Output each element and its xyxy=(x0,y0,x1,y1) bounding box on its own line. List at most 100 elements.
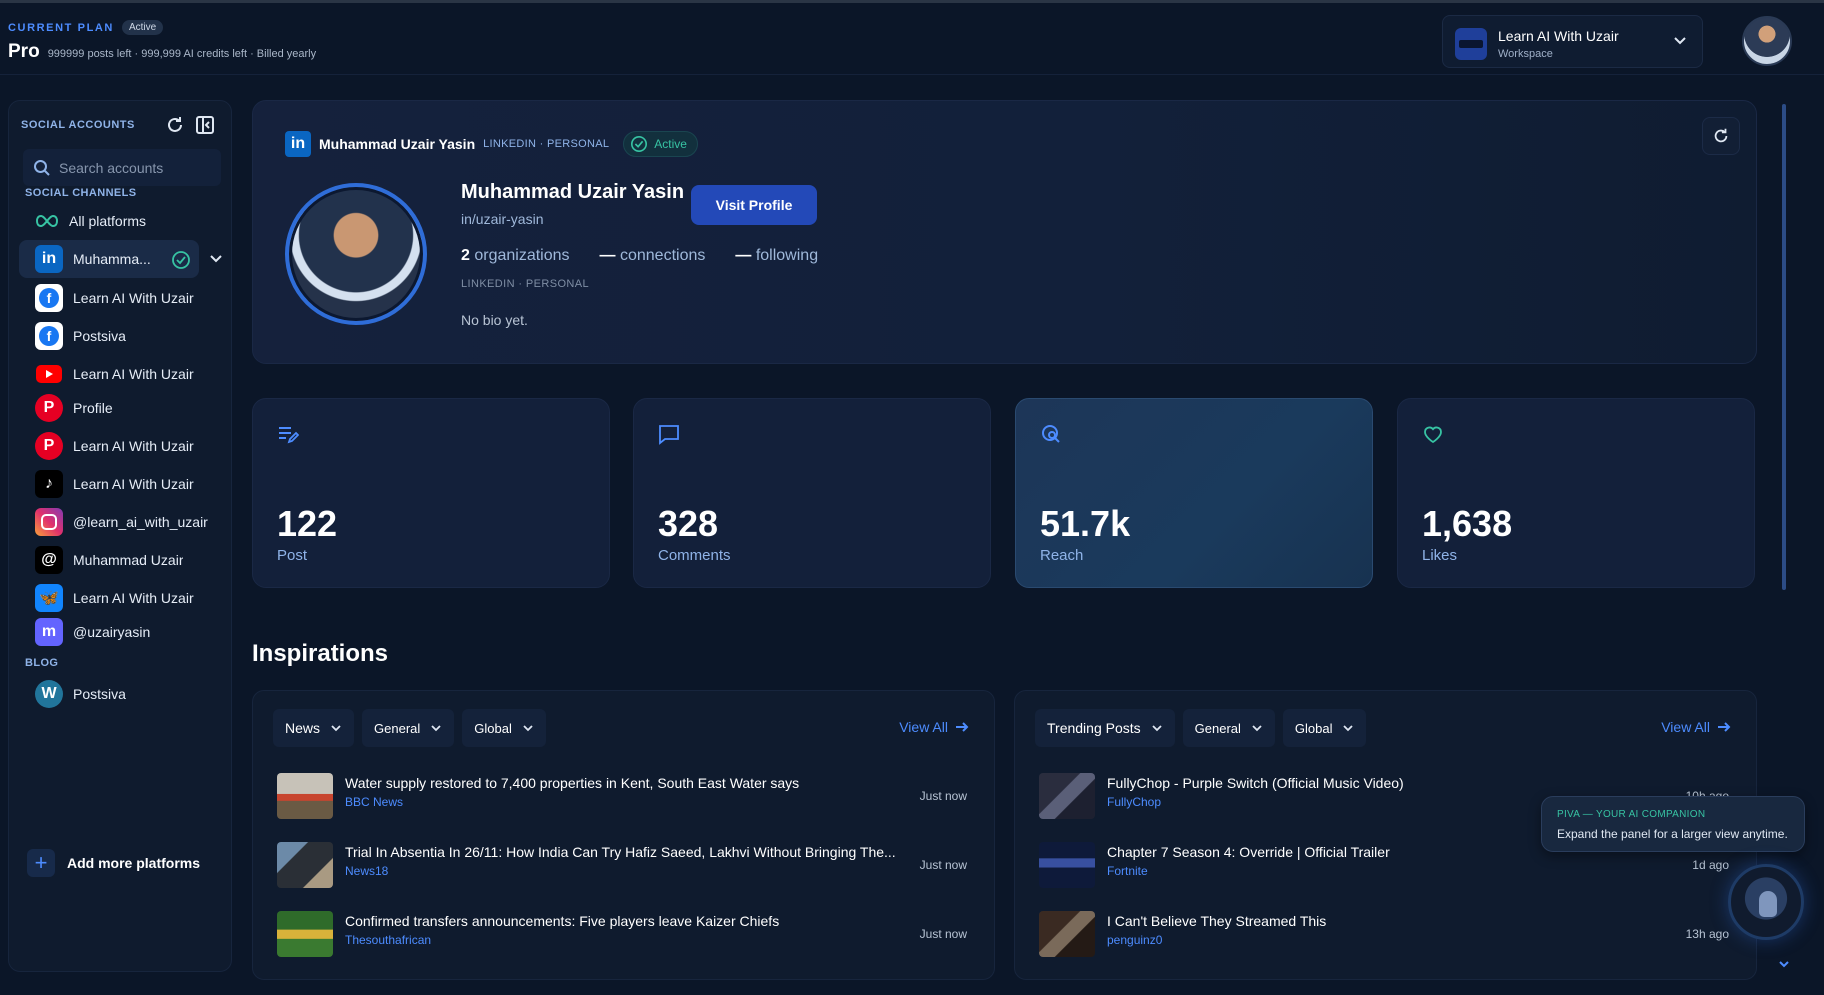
news-item[interactable]: Water supply restored to 7,400 propertie… xyxy=(277,771,967,821)
user-avatar[interactable] xyxy=(1742,16,1792,66)
sidebar-item-label: Postsiva xyxy=(73,686,126,702)
sidebar-item-mastodon[interactable]: m @uzairyasin xyxy=(19,613,223,651)
dropdown-value: News xyxy=(285,720,321,736)
category-dropdown[interactable]: General xyxy=(362,709,455,747)
stat-card-reach: 51.7k Reach xyxy=(1015,398,1373,588)
dropdown-value: Global xyxy=(474,720,512,736)
refresh-icon xyxy=(1714,128,1728,143)
refresh-profile-button[interactable] xyxy=(1702,117,1740,155)
profile-handle: in/uzair-yasin xyxy=(461,211,544,227)
news-title: Water supply restored to 7,400 propertie… xyxy=(345,775,800,791)
chevron-down-icon xyxy=(1343,725,1354,732)
trending-item[interactable]: I Can't Believe They Streamed This pengu… xyxy=(1039,909,1729,959)
news-title: Confirmed transfers announcements: Five … xyxy=(345,913,780,929)
facebook-icon: f xyxy=(35,322,63,350)
companion-tooltip: PIVA — YOUR AI COMPANION Expand the pane… xyxy=(1541,796,1805,852)
category-dropdown[interactable]: General xyxy=(1182,709,1275,747)
organizations-count: 2 xyxy=(461,247,470,264)
news-time: Just now xyxy=(919,858,967,872)
workspace-name: Learn AI With Uzair xyxy=(1498,28,1619,44)
reach-icon xyxy=(1042,425,1060,443)
trending-source: penguinz0 xyxy=(1107,933,1163,947)
news-source: Thesouthafrican xyxy=(345,933,432,947)
mastodon-icon: m xyxy=(35,618,63,646)
sidebar-item-wordpress[interactable]: W Postsiva xyxy=(19,675,223,713)
plan-name: Pro xyxy=(8,41,40,62)
pinterest-icon: P xyxy=(35,394,63,422)
robot-icon xyxy=(1759,891,1777,917)
sidebar-item-youtube[interactable]: Learn AI With Uzair xyxy=(19,355,223,393)
news-thumbnail xyxy=(277,842,333,888)
profile-card: in Muhammad Uzair Yasin LINKEDIN · PERSO… xyxy=(252,100,1757,364)
sidebar-item-facebook[interactable]: f Postsiva xyxy=(19,317,223,355)
plan-eyebrow: CURRENT PLAN Active xyxy=(8,20,164,35)
trending-thumbnail xyxy=(1039,842,1095,888)
stat-label: Comments xyxy=(658,547,731,564)
visit-profile-button[interactable]: Visit Profile xyxy=(691,185,817,225)
stat-card-posts: 122 Post xyxy=(252,398,610,588)
trending-thumbnail xyxy=(1039,911,1095,957)
ai-companion-button[interactable] xyxy=(1728,864,1804,940)
sidebar-item-linkedin[interactable]: in Muhamma... xyxy=(19,240,199,278)
workspace-switcher[interactable]: Learn AI With Uzair Workspace xyxy=(1442,15,1703,68)
sidebar-item-pinterest[interactable]: P Profile xyxy=(19,389,223,427)
main-scrollbar[interactable] xyxy=(1782,104,1786,590)
news-type-dropdown[interactable]: News xyxy=(273,709,355,747)
blog-section-label: BLOG xyxy=(25,657,59,669)
chevron-down-icon xyxy=(1152,725,1162,732)
scroll-down-icon[interactable] xyxy=(1778,958,1790,970)
stat-label: Post xyxy=(277,547,308,564)
view-all-label: View All xyxy=(1661,719,1710,735)
sidebar-item-label: All platforms xyxy=(69,213,147,229)
sidebar-item-label: Muhammad Uzair xyxy=(73,552,184,568)
workspace-logo xyxy=(1455,28,1487,60)
sidebar-item-pinterest[interactable]: P Learn AI With Uzair xyxy=(19,427,223,465)
connections-stat: — connections xyxy=(600,247,706,265)
dropdown-value: Trending Posts xyxy=(1047,720,1141,736)
profile-subtitle: LINKEDIN · PERSONAL xyxy=(461,278,590,290)
sidebar-item-facebook[interactable]: f Learn AI With Uzair xyxy=(19,279,223,317)
sidebar-item-tiktok[interactable]: ♪ Learn AI With Uzair xyxy=(19,465,223,503)
news-view-all-link[interactable]: View All xyxy=(899,719,970,735)
check-circle-icon xyxy=(631,135,648,153)
following-label: following xyxy=(755,247,819,264)
sidebar-item-label: @learn_ai_with_uzair xyxy=(73,514,208,530)
trending-view-all-link[interactable]: View All xyxy=(1661,719,1732,735)
dropdown-value: Global xyxy=(1294,720,1333,736)
stat-value: 122 xyxy=(277,503,338,544)
trending-thumbnail xyxy=(1039,773,1095,819)
sidebar-item-label: Learn AI With Uzair xyxy=(73,590,194,606)
youtube-icon xyxy=(35,360,63,388)
news-item[interactable]: Trial In Absentia In 26/11: How India Ca… xyxy=(277,840,967,890)
profile-avatar xyxy=(285,183,427,325)
news-source: BBC News xyxy=(345,795,404,809)
sidebar-item-threads[interactable]: @ Muhammad Uzair xyxy=(19,541,223,579)
following-count: — xyxy=(735,247,752,264)
profile-name: Muhammad Uzair Yasin xyxy=(461,181,685,203)
region-dropdown[interactable]: Global xyxy=(1282,709,1367,747)
collapse-sidebar-icon[interactable] xyxy=(195,115,215,135)
news-thumbnail xyxy=(277,911,333,957)
chevron-down-icon xyxy=(1674,37,1686,45)
plan-meta: 999999 posts left · 999,999 AI credits l… xyxy=(47,48,317,60)
sidebar-item-label: Profile xyxy=(73,400,113,416)
sidebar-item-label: Postsiva xyxy=(73,328,126,344)
chevron-down-icon[interactable] xyxy=(209,251,223,265)
profile-stats: 2 organizations — connections — followin… xyxy=(461,247,818,265)
trending-source: Fortnite xyxy=(1107,864,1148,878)
wordpress-icon: W xyxy=(35,680,63,708)
organizations-label: organizations xyxy=(474,247,570,264)
news-item[interactable]: Confirmed transfers announcements: Five … xyxy=(277,909,967,959)
sidebar-item-instagram[interactable]: @learn_ai_with_uzair xyxy=(19,503,223,541)
tiktok-icon: ♪ xyxy=(35,470,63,498)
region-dropdown[interactable]: Global xyxy=(462,709,546,747)
bluesky-icon: 🦋 xyxy=(35,584,63,612)
edit-list-icon xyxy=(279,427,299,444)
search-input[interactable] xyxy=(59,149,215,186)
add-platforms-button[interactable]: + Add more platforms xyxy=(27,849,200,877)
sidebar-item-bluesky[interactable]: 🦋 Learn AI With Uzair xyxy=(19,579,223,617)
refresh-icon[interactable] xyxy=(165,115,185,135)
plus-icon: + xyxy=(27,849,55,877)
trending-type-dropdown[interactable]: Trending Posts xyxy=(1035,709,1175,747)
sidebar-item-all-platforms[interactable]: All platforms xyxy=(19,202,223,240)
